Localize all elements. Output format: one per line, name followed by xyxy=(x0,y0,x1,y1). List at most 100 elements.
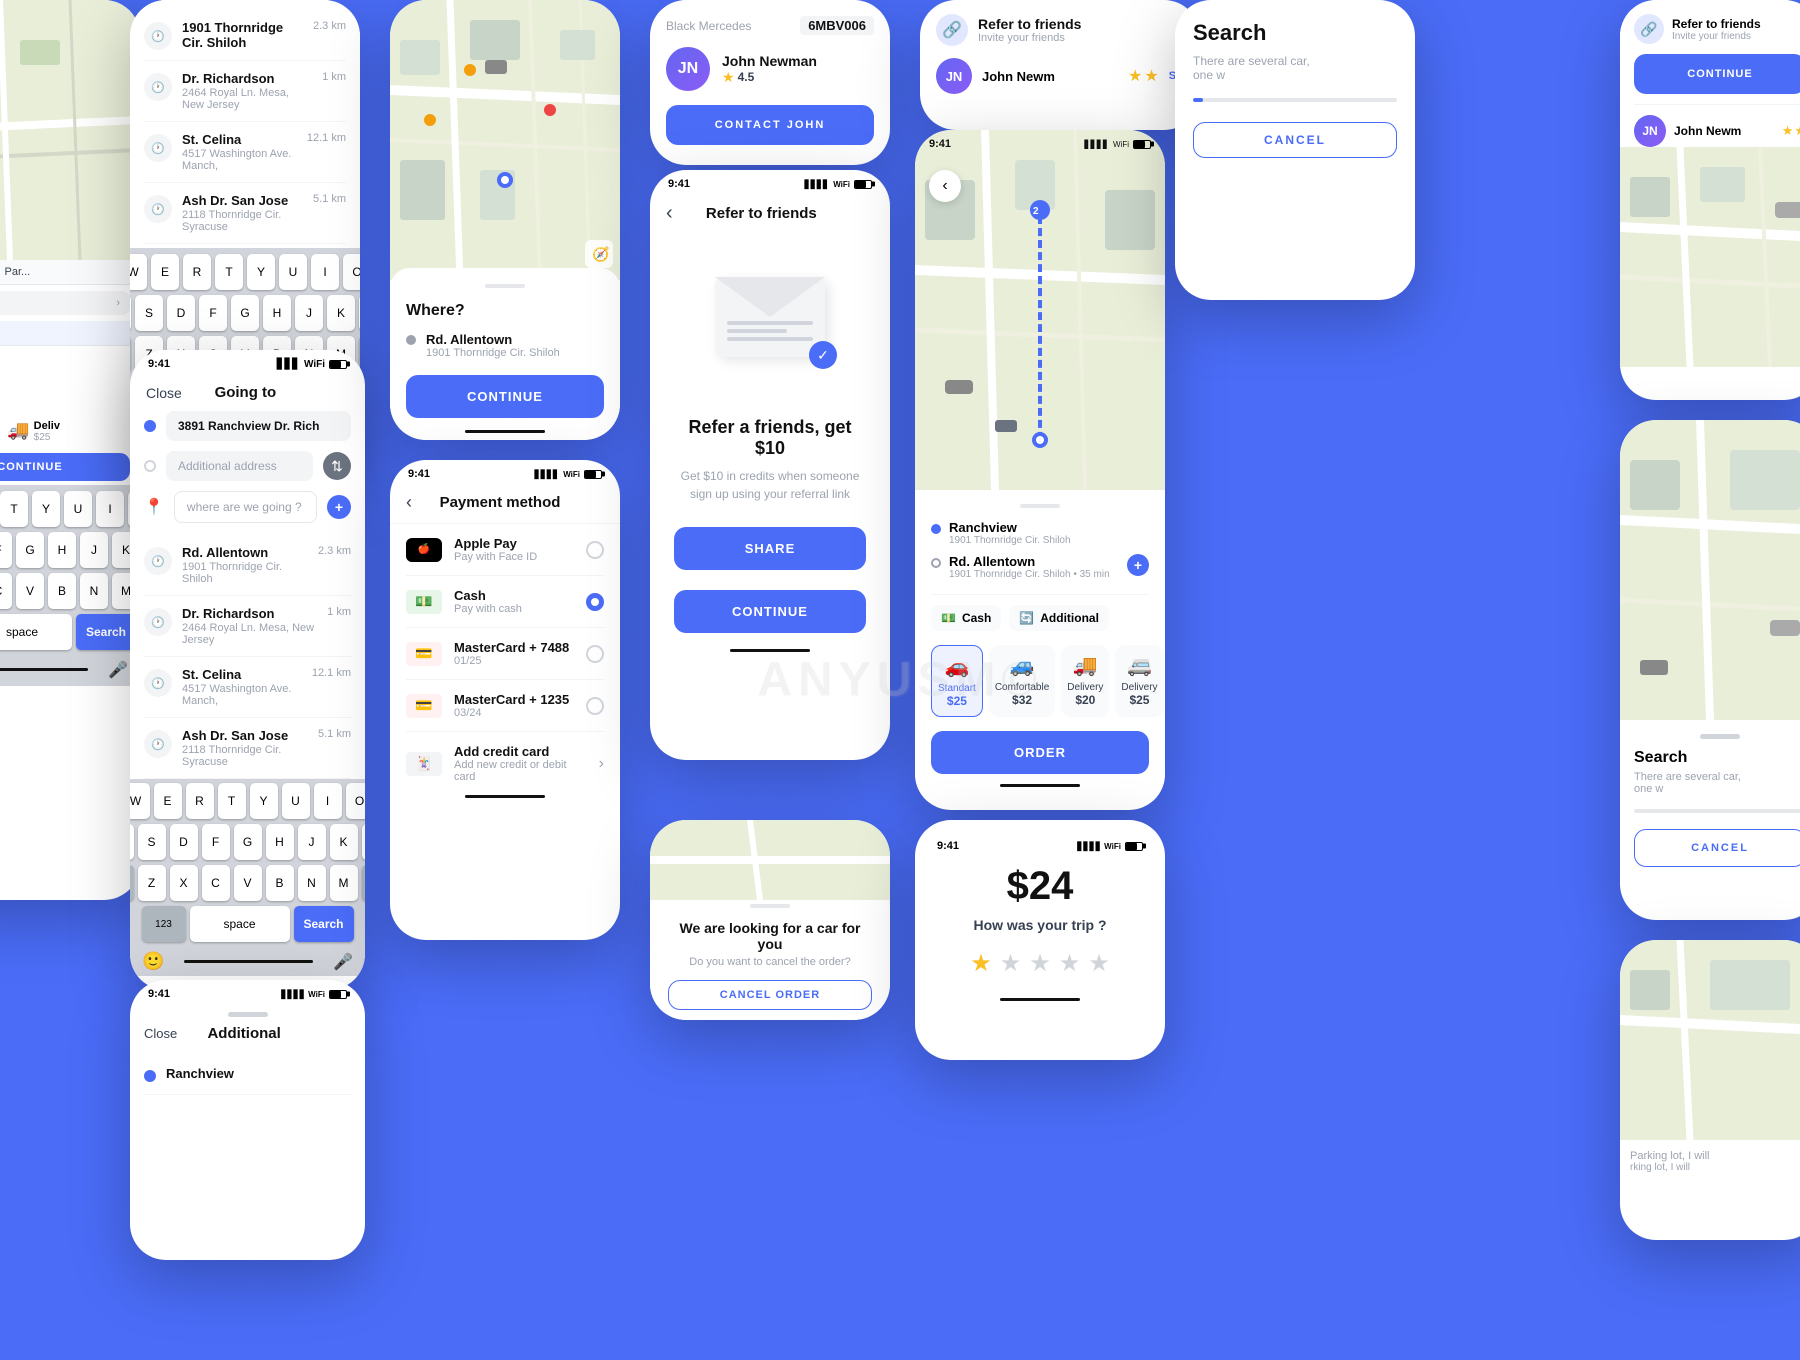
kb2-key-u[interactable]: U xyxy=(279,254,307,290)
star-1[interactable]: ★ xyxy=(970,949,992,978)
additional-selector-9[interactable]: 🔄 Additional xyxy=(1009,605,1109,631)
kb2b-h[interactable]: H xyxy=(266,824,294,860)
kb2-key-k[interactable]: K xyxy=(327,295,355,331)
car-type-standart[interactable]: 🚗 Standart $25 xyxy=(931,645,983,717)
kb2-key-i[interactable]: I xyxy=(311,254,339,290)
kb2b-j[interactable]: J xyxy=(298,824,326,860)
share-btn-7[interactable]: SHARE xyxy=(674,527,866,570)
kb2-key-t[interactable]: T xyxy=(215,254,243,290)
kb2b-y[interactable]: Y xyxy=(250,783,278,819)
kb2b-l[interactable]: L xyxy=(362,824,366,860)
continue-btn-refer[interactable]: CONTINUE xyxy=(674,590,866,633)
payment-mc1235[interactable]: 💳 MasterCard + 1235 03/24 xyxy=(406,680,604,732)
key-u[interactable]: U xyxy=(64,491,92,527)
key-h[interactable]: H xyxy=(48,532,76,568)
kb2b-d[interactable]: D xyxy=(170,824,198,860)
key-t[interactable]: T xyxy=(0,491,28,527)
kb2-key-h[interactable]: H xyxy=(263,295,291,331)
close-btn-2b[interactable]: Close xyxy=(146,385,182,401)
kb2b-shift[interactable]: ⇧ xyxy=(130,865,134,901)
kb2-key-r[interactable]: R xyxy=(183,254,211,290)
kb2b-t[interactable]: T xyxy=(218,783,246,819)
kb2b-b[interactable]: B xyxy=(266,865,294,901)
key-i[interactable]: I xyxy=(96,491,124,527)
key-j[interactable]: J xyxy=(80,532,108,568)
payment-cash[interactable]: 💵 Cash Pay with cash xyxy=(406,576,604,628)
key-search-2b[interactable]: Search xyxy=(294,906,354,942)
star-2[interactable]: ★ xyxy=(1000,949,1022,978)
key-v[interactable]: V xyxy=(16,573,44,609)
payment-mc7488[interactable]: 💳 MasterCard + 7488 01/25 xyxy=(406,628,604,680)
star-4[interactable]: ★ xyxy=(1059,949,1081,978)
kb2-key-o[interactable]: O xyxy=(343,254,360,290)
kb2b-m[interactable]: M xyxy=(330,865,358,901)
key-f[interactable]: F xyxy=(0,532,12,568)
kb2b-e[interactable]: E xyxy=(154,783,182,819)
close-btn-11[interactable]: Close xyxy=(144,1026,177,1041)
kb2b-n[interactable]: N xyxy=(298,865,326,901)
kb2b-space[interactable]: space xyxy=(190,906,290,942)
back-btn-9[interactable]: ‹ xyxy=(929,170,961,202)
chevron-right-addcard[interactable]: › xyxy=(599,755,604,773)
emoji-key-2b[interactable]: 🙂 xyxy=(142,951,164,972)
sort-btn-2b[interactable]: ⇅ xyxy=(323,452,351,480)
car-type-delivery[interactable]: 🚚 Delivery $20 xyxy=(1061,645,1109,717)
star-3[interactable]: ★ xyxy=(1029,949,1051,978)
kb2b-g[interactable]: G xyxy=(234,824,262,860)
radio-mc1235[interactable] xyxy=(586,697,604,715)
star-5[interactable]: ★ xyxy=(1088,949,1110,978)
kb2b-c[interactable]: C xyxy=(202,865,230,901)
add-stop-9[interactable]: + xyxy=(1127,554,1149,576)
kb2-key-e[interactable]: E xyxy=(151,254,179,290)
radio-applepay[interactable] xyxy=(586,541,604,559)
kb2b-a[interactable]: A xyxy=(130,824,134,860)
cash-selector-9[interactable]: 💵 Cash xyxy=(931,605,1001,631)
kb2b-z[interactable]: Z xyxy=(138,865,166,901)
cancel-order-btn-8[interactable]: CANCEL ORDER xyxy=(668,980,872,1010)
continue-btn-3[interactable]: CONTINUE xyxy=(406,375,604,418)
kb2-key-shift[interactable]: ⇧ xyxy=(130,336,131,372)
add-stop-btn-2b[interactable]: + xyxy=(327,495,351,519)
kb2b-k[interactable]: K xyxy=(330,824,358,860)
kb2-key-s[interactable]: S xyxy=(135,295,163,331)
back-btn-6[interactable]: ‹ xyxy=(406,492,412,513)
list-celina-2b[interactable]: 🕐 St. Celina 4517 Washington Ave. Manch,… xyxy=(144,657,351,718)
kb2b-backspace[interactable]: ⌫ xyxy=(362,865,366,901)
list-allentown-2b[interactable]: 🕐 Rd. Allentown 1901 Thornridge Cir. Shi… xyxy=(144,535,351,596)
contact-btn-4[interactable]: CONTACT JOHN xyxy=(666,105,874,145)
payment-add-card[interactable]: 🃏 Add credit card Add new credit or debi… xyxy=(406,732,604,795)
key-g[interactable]: G xyxy=(16,532,44,568)
kb2b-o[interactable]: O xyxy=(346,783,366,819)
kb2b-x[interactable]: X xyxy=(170,865,198,901)
kb2-key-w[interactable]: W xyxy=(130,254,147,290)
kb2-key-y[interactable]: Y xyxy=(247,254,275,290)
key-space[interactable]: space xyxy=(0,614,72,650)
car-type-comfort[interactable]: 🚙 Comfortable $32 xyxy=(989,645,1055,717)
kb2-key-j[interactable]: J xyxy=(295,295,323,331)
search-field-area-1[interactable]: ? › xyxy=(0,285,140,321)
add-stop-btn[interactable]: + xyxy=(0,365,140,394)
key-b[interactable]: B xyxy=(48,573,76,609)
kb2b-s[interactable]: S xyxy=(138,824,166,860)
kb2-key-d[interactable]: D xyxy=(167,295,195,331)
ranchview-item-11[interactable]: Ranchview xyxy=(144,1056,351,1095)
key-y[interactable]: Y xyxy=(32,491,60,527)
kb2-key-l[interactable]: L xyxy=(359,295,360,331)
mic-key-2b[interactable]: 🎤 xyxy=(333,952,353,972)
mic-key[interactable]: 🎤 xyxy=(108,660,128,680)
cancel-btn-14[interactable]: CANCEL xyxy=(1634,829,1800,867)
key-search-1[interactable]: Search xyxy=(76,614,136,650)
kb2b-f[interactable]: F xyxy=(202,824,230,860)
additional-input-2b[interactable]: Additional address xyxy=(166,451,313,481)
radio-mc7488[interactable] xyxy=(586,645,604,663)
stars-12[interactable]: ★ ★ ★ ★ ★ xyxy=(937,949,1143,978)
continue-btn-1[interactable]: CONTINUE xyxy=(0,453,130,481)
key-n[interactable]: N xyxy=(80,573,108,609)
kb2b-i[interactable]: I xyxy=(314,783,342,819)
list-item-richardson[interactable]: 🕐 Dr. Richardson 2464 Royal Ln. Mesa, Ne… xyxy=(144,61,346,122)
list-sanjose-2b[interactable]: 🕐 Ash Dr. San Jose 2118 Thornridge Cir. … xyxy=(144,718,351,779)
kb2b-w[interactable]: W xyxy=(130,783,150,819)
list-item-shiloh-partial[interactable]: 🕐 1901 Thornridge Cir. Shiloh 2.3 km xyxy=(144,10,346,61)
kb2-key-a[interactable]: A xyxy=(130,295,131,331)
kb2b-u[interactable]: U xyxy=(282,783,310,819)
